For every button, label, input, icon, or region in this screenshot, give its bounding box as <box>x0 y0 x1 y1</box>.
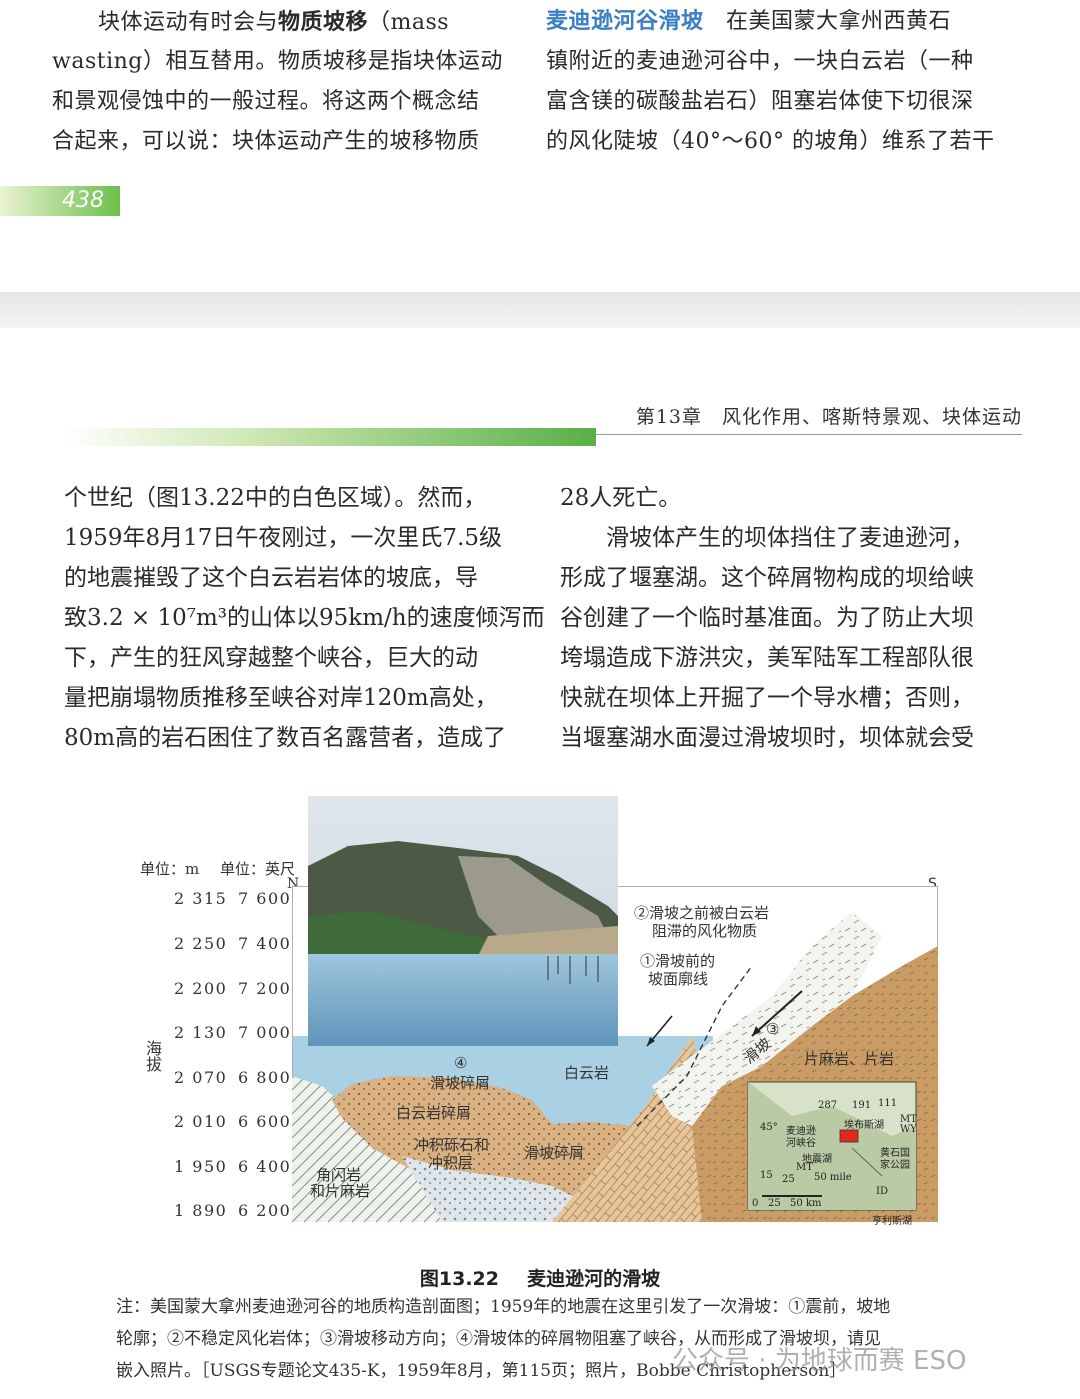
caption-number: 图13.22 <box>419 1268 499 1290</box>
body-left-line: 的地震摧毁了这个白云岩岩体的坡底，导 <box>64 565 478 591</box>
label-alluvium: 冲积层 <box>428 1154 474 1172</box>
inset-scale: 25 <box>782 1174 795 1185</box>
section-heading: 麦迪逊河谷滑坡 <box>546 9 704 34</box>
bold-term: 物质坡移 <box>278 9 369 35</box>
figure-caption: 图13.22 麦迪逊河的滑坡 <box>0 1264 1080 1291</box>
inset-lake-name: 埃布斯湖 <box>844 1120 884 1131</box>
watermark: 公众号 · 为地球而赛 ESO <box>672 1346 967 1376</box>
top-right-line-2: 镇附近的麦迪逊河谷中，一块白云岩（一种 <box>546 49 974 74</box>
body-right-line: 滑坡体产生的坝体挡住了麦迪逊河， <box>560 525 974 551</box>
elev-ft: 6 600 <box>238 1112 292 1131</box>
label-schist: 片麻岩、片岩 <box>804 1050 895 1068</box>
inset-wy: WY <box>900 1124 917 1135</box>
label-dolomite-debris: 白云岩碎屑 <box>396 1104 472 1122</box>
label-amphibolite: 和片麻岩 <box>310 1182 371 1200</box>
top-left-line-4: 合起来，可以说：块体运动产生的坡移物质 <box>52 129 480 154</box>
header-green-bar <box>62 428 596 446</box>
inset-lat: 45° <box>760 1122 778 1133</box>
text-run: 在美国蒙大拿州西黄石 <box>703 9 952 34</box>
label-dolomite: 白云岩 <box>564 1064 610 1082</box>
page-number: 438 <box>62 188 104 213</box>
inset-route: 15 <box>760 1170 773 1181</box>
body-right-line: 谷创建了一个临时基准面。为了防止大坝 <box>560 605 974 631</box>
inset-scale-km: 50 km <box>790 1198 822 1209</box>
figure-note-line: 注：美国蒙大拿州麦迪逊河谷的地质构造剖面图；1959年的地震在这里引发了一次滑坡… <box>116 1297 891 1317</box>
inset-canyon: 河峡谷 <box>786 1138 816 1149</box>
caption-title: 麦迪逊河的滑坡 <box>527 1268 661 1290</box>
elev-m: 1 950 <box>174 1157 228 1176</box>
inset-scale-mile: 50 mile <box>814 1172 852 1183</box>
body-right-line: 28人死亡。 <box>560 485 682 511</box>
unit-feet: 单位：英尺 <box>220 860 296 878</box>
label-weathered: 阻滞的风化物质 <box>652 922 758 940</box>
body-right-line: 形成了堰塞湖。这个碎屑物构成的坝给峡 <box>560 565 974 591</box>
elev-ft: 7 000 <box>238 1023 292 1042</box>
top-left-line-1: 块体运动有时会与物质坡移（mass <box>52 2 449 43</box>
text-run: 块体运动有时会与 <box>98 10 279 35</box>
top-right-line-4: 的风化陡坡（40°～60° 的坡角）维系了若干 <box>546 129 995 154</box>
inset-route: 287 <box>818 1100 838 1111</box>
label-profile: 坡面廓线 <box>648 970 709 988</box>
landslide-photo <box>308 796 618 1046</box>
chapter-header: 第13章 风化作用、喀斯特景观、块体运动 <box>635 406 1022 428</box>
y-axis-title: 海拔 <box>143 1040 162 1072</box>
top-left-line-2: wasting）相互替用。物质坡移是指块体运动 <box>52 49 503 74</box>
elev-m: 1 890 <box>174 1201 228 1220</box>
inset-scale: 0 <box>752 1198 759 1209</box>
elev-m: 2 250 <box>174 934 228 953</box>
elev-m: 2 200 <box>174 979 228 998</box>
body-left-line: 致3.2 × 10⁷m³的山体以95km/h的速度倾泻而 <box>64 605 545 631</box>
elev-m: 2 070 <box>174 1068 228 1087</box>
top-right-line-3: 富含镁的碳酸盐岩石）阻塞岩体使下切很深 <box>546 89 974 114</box>
elev-ft: 7 400 <box>238 934 292 953</box>
body-left-line: 个世纪（图13.22中的白色区域）。然而， <box>64 485 487 511</box>
label-slide-number: ③ <box>766 1020 780 1038</box>
body-left-line: 80m高的岩石困住了数百名露营者，造成了 <box>64 725 507 751</box>
inset-yellowstone: 家公园 <box>880 1160 910 1171</box>
top-right-line-1: 麦迪逊河谷滑坡 在美国蒙大拿州西黄石 <box>546 2 951 42</box>
page-separator <box>0 292 1080 328</box>
body-right-line: 当堰塞湖水面漫过滑坡坝时，坝体就会受 <box>560 725 974 751</box>
inset-route: 111 <box>878 1098 898 1109</box>
top-left-line-3: 和景观侵蚀中的一般过程。将这两个概念结 <box>52 89 480 114</box>
body-left-line: 下，产生的狂风穿越整个峡谷，巨大的动 <box>64 645 478 671</box>
label-debris: 滑坡碎屑 <box>430 1074 491 1092</box>
elev-ft: 6 200 <box>238 1201 292 1220</box>
label-slide-debris: 滑坡碎屑 <box>524 1144 585 1162</box>
inset-scale: 25 <box>768 1198 781 1209</box>
inset-mt-state: MT <box>796 1162 813 1173</box>
inset-route: 191 <box>852 1100 872 1111</box>
elev-m: 2 130 <box>174 1023 228 1042</box>
elev-ft: 6 800 <box>238 1068 292 1087</box>
text-run: （mass <box>368 10 450 35</box>
inset-id-state: ID <box>876 1186 888 1197</box>
unit-meters: 单位：m <box>140 860 200 878</box>
elev-ft: 6 400 <box>238 1157 292 1176</box>
body-left-line: 1959年8月17日午夜刚过，一次里氏7.5级 <box>64 525 503 551</box>
body-right-line: 快就在坝体上开掘了一个导水槽；否则， <box>560 685 974 711</box>
label-debris-number: ④ <box>454 1054 468 1072</box>
body-right-line: 垮塌造成下游洪灾，美军陆军工程部队很 <box>560 645 974 671</box>
body-left-line: 量把崩塌物质推移至峡谷对岸120m高处， <box>64 685 498 711</box>
elev-ft: 7 200 <box>238 979 292 998</box>
elev-ft: 7 600 <box>238 889 292 908</box>
elev-m: 2 315 <box>174 889 228 908</box>
elev-m: 2 010 <box>174 1112 228 1131</box>
inset-lake-2: 亨利斯湖 <box>872 1216 912 1227</box>
